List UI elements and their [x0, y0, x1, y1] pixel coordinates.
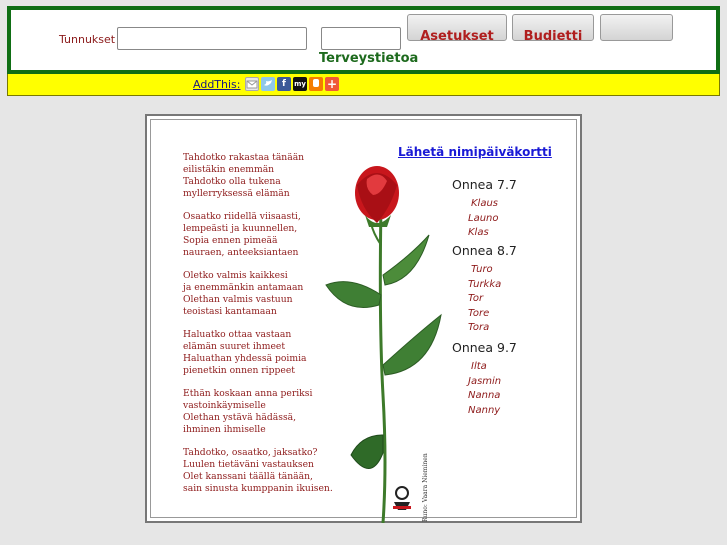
- card-inner: Tahdotko rakastaa tänään eilistäkin enemm…: [150, 119, 577, 523]
- poem-line: vastoinkäymiselle: [183, 400, 266, 411]
- poem-line: ja enemmänkin antamaan: [183, 282, 304, 293]
- nameday-date-title: Onnea 9.7: [452, 340, 517, 355]
- poem-line: Haluatko ottaa vastaan: [183, 329, 292, 340]
- poem-line: Tahdotko rakastaa tänään: [183, 152, 305, 163]
- poem-line: elämän suuret ihmeet: [183, 341, 286, 352]
- more-share-icon[interactable]: +: [325, 77, 339, 91]
- poem-line: Luulen tietäväni vastauksen: [183, 459, 314, 470]
- nameday-name-link[interactable]: Nanny: [468, 405, 500, 416]
- nameday-name-link[interactable]: Turkka: [468, 279, 501, 290]
- poem-line: Olet kanssani täällä tänään,: [183, 471, 313, 482]
- poem-stanza: Tahdotko, osaatko, jaksatko? Luulen tietä…: [183, 447, 333, 495]
- poem-stanza: Ethän koskaan anna periksi vastoinkäymise…: [183, 388, 333, 436]
- poem-line: Sopia ennen pimeää: [183, 235, 278, 246]
- poem-line: Haluathan yhdessä poimia: [183, 353, 307, 364]
- settings-button-label: Asetukset: [420, 29, 494, 41]
- share-icons: f my +: [245, 77, 339, 91]
- poem-line: nauraen, anteeksiantaen: [183, 247, 299, 258]
- twitter-icon[interactable]: [261, 77, 275, 91]
- settings-button[interactable]: Asetukset: [407, 14, 507, 41]
- poem-line: Osaatko riidellä viisaasti,: [183, 211, 301, 222]
- password-input[interactable]: [321, 27, 401, 50]
- poem-line: ihminen ihmiselle: [183, 424, 266, 435]
- nameday-name-link[interactable]: Jasmin: [468, 376, 501, 387]
- email-icon[interactable]: [245, 77, 259, 91]
- site-logo-icon: [393, 486, 411, 510]
- blogger-icon[interactable]: [309, 77, 323, 91]
- poem-stanza: Tahdotko rakastaa tänään eilistäkin enemm…: [183, 152, 333, 200]
- poem-line: Tahdotko olla tukena: [183, 176, 281, 187]
- nameday-name-link[interactable]: Tore: [468, 308, 489, 319]
- poem-line: Ethän koskaan anna periksi: [183, 388, 313, 399]
- nameday-name-link[interactable]: Turo: [471, 264, 493, 275]
- facebook-icon[interactable]: f: [277, 77, 291, 91]
- poem: Tahdotko rakastaa tänään eilistäkin enemm…: [183, 152, 333, 506]
- addthis-link[interactable]: AddThis:: [193, 78, 240, 91]
- poem-line: teoistasi kantamaan: [183, 306, 277, 317]
- poem-stanza: Oletko valmis kaikkesi ja enemmänkin anta…: [183, 270, 333, 318]
- poem-line: pienetkin onnen rippeet: [183, 365, 295, 376]
- blank-button-label: [601, 15, 672, 30]
- username-input[interactable]: [117, 27, 307, 50]
- nameday-name-link[interactable]: Ilta: [471, 361, 487, 372]
- nameday-name-link[interactable]: Klaus: [471, 198, 498, 209]
- share-bar: AddThis: f my +: [7, 74, 720, 96]
- nameday-name-link[interactable]: Tora: [468, 322, 489, 333]
- poem-line: myllerryksessä elämän: [183, 188, 290, 199]
- nameday-name-link[interactable]: Launo: [468, 213, 499, 224]
- nameday-name-link[interactable]: Nanna: [468, 390, 500, 401]
- nameday-date-title: Onnea 7.7: [452, 177, 517, 192]
- health-info-link[interactable]: Terveystietoa: [319, 51, 418, 66]
- poem-line: Olethan valmis vastuun: [183, 294, 293, 305]
- poem-stanza: Haluatko ottaa vastaan elämän suuret ihme…: [183, 329, 333, 377]
- poem-line: lempeästi ja kuunnellen,: [183, 223, 298, 234]
- top-header: Tunnukset Asetukset Budjetti Terveystiet…: [7, 6, 720, 74]
- poem-line: Oletko valmis kaikkesi: [183, 270, 288, 281]
- nameday-name-link[interactable]: Klas: [468, 227, 489, 238]
- poem-line: eilistäkin enemmän: [183, 164, 275, 175]
- poem-credit: Runo: Vaara Nieminen: [422, 453, 429, 522]
- myspace-icon[interactable]: my: [293, 77, 307, 91]
- nameday-name-link[interactable]: Tor: [468, 293, 483, 304]
- nameday-card: Tahdotko rakastaa tänään eilistäkin enemm…: [145, 114, 582, 523]
- poem-stanza: Osaatko riidellä viisaasti, lempeästi ja …: [183, 211, 333, 259]
- poem-line: Olethan ystävä hädässä,: [183, 412, 297, 423]
- blank-button[interactable]: [600, 14, 673, 41]
- login-label: Tunnukset: [59, 33, 116, 46]
- budget-button-label: Budjetti: [523, 29, 583, 41]
- send-nameday-card-link[interactable]: Lähetä nimipäiväkortti: [398, 145, 552, 159]
- poem-line: Tahdotko, osaatko, jaksatko?: [183, 447, 318, 458]
- nameday-date-title: Onnea 8.7: [452, 243, 517, 258]
- poem-line: sain sinusta kumppanin ikuisen.: [183, 483, 333, 494]
- budget-button[interactable]: Budjetti: [512, 14, 594, 41]
